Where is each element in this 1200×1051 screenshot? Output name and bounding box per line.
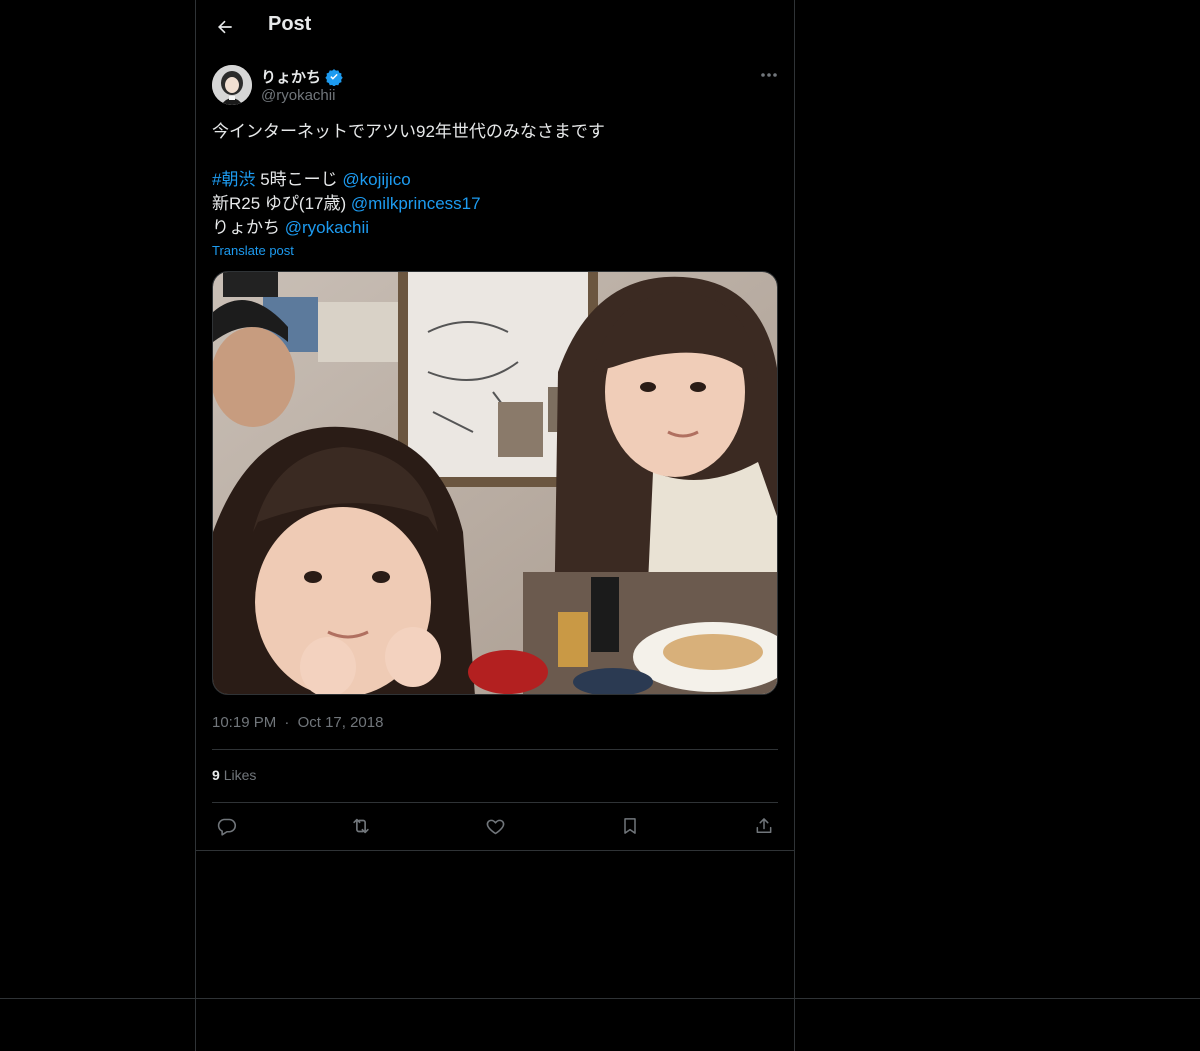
action-bar <box>212 812 778 840</box>
post-photo[interactable] <box>212 271 778 695</box>
mention-link[interactable]: @kojijico <box>342 170 410 189</box>
likes-count: 9 <box>212 767 220 783</box>
page-title: Post <box>268 13 312 35</box>
footer-divider <box>0 998 1200 999</box>
repost-button[interactable] <box>347 812 375 840</box>
post-time[interactable]: 10:19 PM <box>212 714 276 731</box>
like-button[interactable] <box>481 812 509 840</box>
post-line: 新R25 ゆぴ(17歳) @milkprincess17 <box>212 192 778 216</box>
post-line: 今インターネットでアツい92年世代のみなさまです <box>212 122 605 141</box>
divider <box>212 749 778 750</box>
divider <box>212 802 778 803</box>
more-dots-icon <box>761 73 777 77</box>
post-line: #朝渋 5時こーじ @kojijico <box>212 168 778 192</box>
reply-button[interactable] <box>212 812 240 840</box>
back-button[interactable] <box>212 14 238 40</box>
reply-icon <box>217 818 236 836</box>
repost-icon <box>352 818 369 834</box>
bookmark-icon <box>623 818 636 834</box>
arrow-left-icon <box>218 20 232 34</box>
likes-stat[interactable]: 9 Likes <box>212 767 256 783</box>
author-display-name[interactable]: りょかち <box>261 66 321 87</box>
post-line-text: 5時こーじ <box>255 170 343 189</box>
avatar[interactable] <box>212 65 252 105</box>
heart-icon <box>486 819 504 834</box>
post-timestamp[interactable]: 10:19 PM · Oct 17, 2018 <box>212 714 383 731</box>
header: Post <box>196 0 794 53</box>
timestamp-separator: · <box>284 714 290 731</box>
verified-badge-icon <box>325 68 343 86</box>
avatar-image <box>212 65 252 105</box>
likes-label: Likes <box>223 767 257 783</box>
post-line: りょかち @ryokachii <box>212 216 778 240</box>
share-button[interactable] <box>750 812 778 840</box>
more-button[interactable] <box>758 66 780 84</box>
photo-image <box>213 272 777 694</box>
mention-link[interactable]: @milkprincess17 <box>351 194 481 213</box>
post-text: 今インターネットでアツい92年世代のみなさまです #朝渋 5時こーじ @koji… <box>212 120 778 240</box>
post-line-text: 新R25 ゆぴ(17歳) <box>212 194 351 213</box>
post-date[interactable]: Oct 17, 2018 <box>298 714 384 731</box>
mention-link[interactable]: @ryokachii <box>285 218 369 237</box>
author-handle[interactable]: @ryokachii <box>261 87 335 104</box>
share-icon <box>756 818 772 833</box>
author-name-row[interactable]: りょかち <box>261 66 343 87</box>
post-line-text: りょかち <box>212 218 285 237</box>
bookmark-button[interactable] <box>616 812 644 840</box>
divider <box>196 850 794 851</box>
post-column: Post りょかち @ryokachii 今インターネットでアツい92年世代のみ… <box>195 0 795 1051</box>
translate-post-link[interactable]: Translate post <box>212 243 294 258</box>
hashtag-link[interactable]: #朝渋 <box>212 170 255 189</box>
